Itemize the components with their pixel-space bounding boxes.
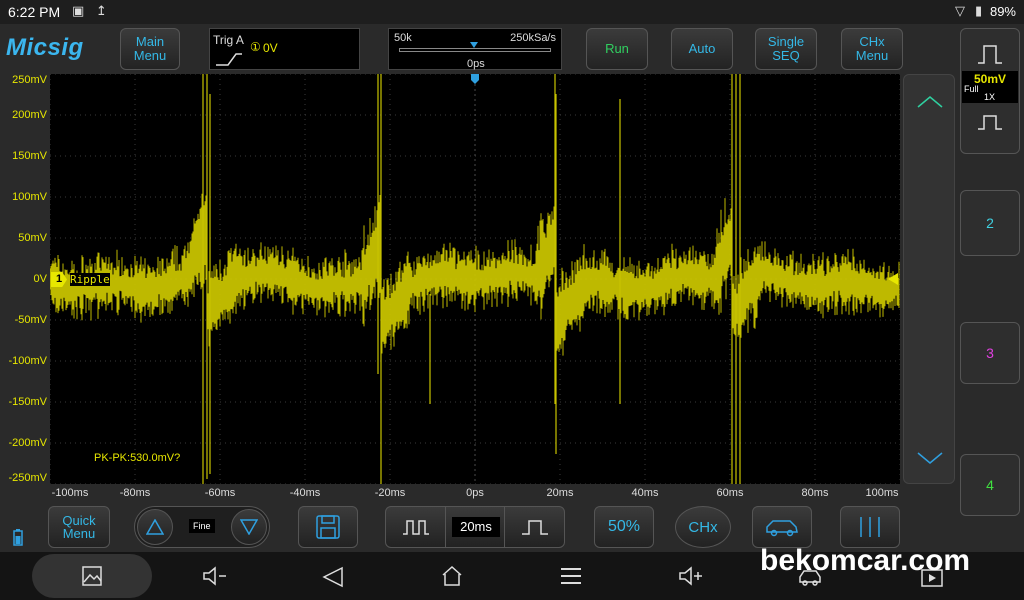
back-icon[interactable] [322,566,344,588]
x-tick-label: 40ms [631,487,659,499]
sample-rate: 250kSa/s [510,32,556,44]
x-tick-label: -40ms [289,487,321,499]
channel-name-label: Ripple [70,273,110,286]
timebase-decrease-button[interactable] [386,507,446,547]
trigger-label: Trig A [213,33,244,47]
x-tick-label: 0ps [466,487,484,499]
app-logo: Micsig [6,34,84,61]
increase-button[interactable] [137,509,173,545]
y-tick-label: 50mV [18,232,47,244]
gallery-icon [82,566,102,586]
decrease-button[interactable] [231,509,267,545]
wifi-icon: ▽ [955,3,965,18]
x-tick-label: -80ms [119,487,151,499]
run-button[interactable]: Run [586,28,648,70]
trigger-level: 0V [263,41,278,55]
main-menu-button[interactable]: Main Menu [120,28,180,70]
chx-button[interactable]: CHx [675,506,731,548]
y-tick-label: 250mV [12,74,47,86]
channel1-probe: 1X [984,92,996,102]
trigger-position: 0ps [467,58,485,70]
y-tick-label: -100mV [8,355,47,367]
auto-button[interactable]: Auto [671,28,733,70]
floppy-disk-icon [316,515,340,539]
gallery-button[interactable] [32,554,152,598]
trigger-position-marker [470,42,478,48]
timebase-panel[interactable]: 50k 250kSa/s 0ps [388,28,562,70]
home-icon[interactable] [441,565,463,587]
x-tick-label: 100ms [865,487,899,499]
y-tick-label: 150mV [12,150,47,162]
battery-percent: 89% [989,4,1016,19]
x-tick-label: -20ms [374,487,406,499]
status-bar: 6:22 PM ▣ ↥ ▽ ▮ 89% [0,0,1024,24]
trigger-panel[interactable]: Trig A ① 0V [209,28,360,70]
channel4-button[interactable]: 4 [960,454,1020,516]
pulse-high-icon [978,45,1002,64]
channel2-button[interactable]: 2 [960,190,1020,256]
timebase-value: 20ms [452,517,500,537]
memory-bar [399,48,551,52]
triangle-down-icon [240,519,258,535]
chevron-up-icon[interactable] [917,95,943,109]
waveform-display[interactable]: 1 Ripple PK-PK:530.0mV? [50,74,900,484]
vertical-scroll-panel[interactable] [903,74,955,484]
save-button[interactable] [298,506,358,548]
car-icon [766,520,798,537]
quick-menu-button[interactable]: Quick Menu [48,506,110,548]
y-tick-label: -250mV [8,472,47,484]
y-tick-label: 0V [33,273,47,285]
pulse-low-icon [978,115,1002,130]
chevron-down-icon[interactable] [917,451,943,465]
chx-menu-button[interactable]: CHx Menu [841,28,903,70]
fine-adjust-control: Fine [134,506,270,548]
auto-measure-button[interactable] [752,506,812,548]
channel3-button[interactable]: 3 [960,322,1020,384]
y-tick-label: -150mV [8,396,47,408]
wide-pulse-icon [521,520,548,535]
fine-label[interactable]: Fine [189,519,215,533]
single-seq-button[interactable]: Single SEQ [755,28,817,70]
battery-small-icon [13,529,23,546]
y-tick-label: -200mV [8,437,47,449]
trigger-level-marker[interactable] [888,273,898,285]
channel1-card[interactable]: 50mV Full 1X [960,28,1020,154]
trigger-channel: ① [250,40,261,54]
x-tick-label: 80ms [801,487,829,499]
battery-icon: ▮ [975,3,983,18]
waveform-canvas [50,74,900,484]
triangle-up-icon [146,519,164,535]
x-tick-label: -100ms [51,487,89,499]
y-tick-label: -50mV [14,314,47,326]
y-axis: 250mV 200mV 150mV 100mV 50mV 0V -50mV -1… [0,74,50,484]
x-tick-label: -60ms [204,487,236,499]
x-axis: -100ms -80ms -60ms -40ms -20ms 0ps 20ms … [50,484,900,502]
y-tick-label: 200mV [12,109,47,121]
fifty-percent-button[interactable]: 50% [594,506,654,548]
channel1-bandwidth: Full [964,84,979,94]
menu-icon[interactable] [560,566,582,586]
timebase-increase-button[interactable] [504,507,564,547]
rising-edge-icon [216,53,242,66]
cursor-lines-icon [860,517,880,537]
x-tick-label: 20ms [546,487,574,499]
watermark-text: bekomcar.com [760,544,971,577]
timebase-control: 20ms [385,506,565,548]
oscilloscope-app: 6:22 PM ▣ ↥ ▽ ▮ 89% Micsig Main Menu Tri… [0,0,1024,600]
narrow-pulse-icon [402,520,429,535]
memory-depth: 50k [394,32,412,44]
upload-icon: ↥ [96,3,107,18]
y-tick-label: 100mV [12,191,47,203]
cursor-button[interactable] [840,506,900,548]
volume-up-icon[interactable] [678,566,704,586]
x-tick-label: 60ms [716,487,744,499]
pk-pk-measurement: PK-PK:530.0mV? [94,452,181,464]
status-time: 6:22 PM [8,4,61,20]
image-icon: ▣ [72,3,85,18]
channel1-scale-box: 50mV Full 1X [962,71,1018,103]
volume-down-icon[interactable] [202,566,228,586]
